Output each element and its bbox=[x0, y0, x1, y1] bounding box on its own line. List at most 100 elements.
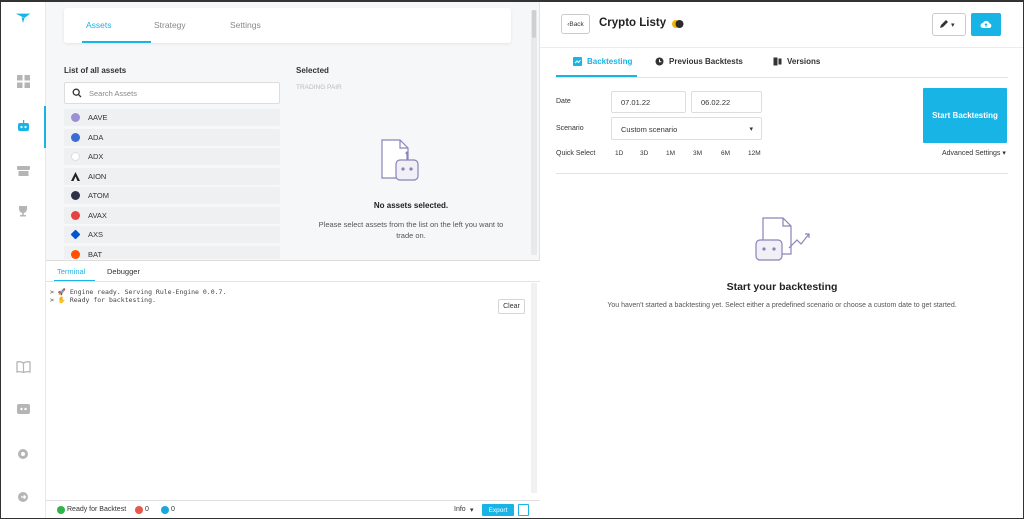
search-input[interactable] bbox=[89, 86, 269, 101]
terminal-line: > ✋ Ready for backtesting. bbox=[50, 296, 156, 304]
trading-pair-label: TRADING PAIR bbox=[296, 84, 342, 91]
terminal-scrollbar[interactable] bbox=[531, 283, 537, 493]
cloud-upload-button[interactable] bbox=[971, 13, 1001, 36]
asset-row-axs[interactable]: AXS bbox=[64, 226, 280, 243]
start-backtesting-button[interactable]: Start Backtesting bbox=[923, 88, 1007, 143]
asset-name: AXS bbox=[88, 230, 104, 239]
versions-icon bbox=[773, 57, 782, 66]
logout-icon[interactable] bbox=[15, 489, 31, 505]
tab-underline bbox=[82, 41, 151, 43]
empty-assets-illustration-icon bbox=[376, 136, 424, 188]
moon-icon bbox=[671, 18, 685, 32]
error-icon bbox=[135, 506, 143, 514]
success-icon bbox=[57, 506, 65, 514]
info-icon bbox=[161, 506, 169, 514]
chevron-down-icon[interactable]: ▾ bbox=[470, 506, 474, 514]
asset-row-aion[interactable]: AION bbox=[64, 167, 280, 185]
chart-icon bbox=[573, 57, 582, 66]
asset-row-adx[interactable]: ADX bbox=[64, 148, 280, 165]
dashboard-icon[interactable] bbox=[15, 73, 31, 89]
tab-strategy[interactable]: Strategy bbox=[154, 20, 186, 30]
asset-list: AAVE ADA ADX AION ATOM AVAX AXS BAT bbox=[64, 109, 280, 259]
scenario-select[interactable]: Custom scenario ▾ bbox=[611, 117, 762, 140]
chevron-down-icon: ▾ bbox=[951, 22, 955, 29]
asset-row-ada[interactable]: ADA bbox=[64, 128, 280, 146]
selected-title: Selected bbox=[296, 66, 329, 75]
info-count: 0 bbox=[171, 506, 175, 513]
divider bbox=[46, 281, 540, 282]
ready-status: Ready for Backtest bbox=[67, 506, 127, 513]
assets-scrollbar[interactable] bbox=[531, 10, 537, 255]
aave-icon bbox=[71, 113, 80, 122]
tab-previous-backtests[interactable]: Previous Backtests bbox=[655, 57, 743, 66]
quick-select-1d[interactable]: 1D bbox=[615, 150, 623, 157]
asset-row-atom[interactable]: ATOM bbox=[64, 187, 280, 204]
aion-icon bbox=[71, 171, 80, 181]
log-level-select[interactable]: Info bbox=[454, 506, 466, 513]
divider bbox=[556, 173, 1008, 174]
discord-icon[interactable] bbox=[15, 402, 31, 418]
date-from-input[interactable] bbox=[611, 91, 686, 113]
asset-name: AVAX bbox=[88, 210, 107, 220]
scenario-value: Custom scenario bbox=[621, 125, 678, 134]
search-icon bbox=[72, 88, 82, 100]
quick-select-3d[interactable]: 3D bbox=[640, 150, 648, 157]
asset-name: BAT bbox=[88, 249, 103, 259]
backtest-empty-title: Start your backtesting bbox=[726, 281, 838, 293]
tab-debugger[interactable]: Debugger bbox=[107, 267, 140, 276]
backtest-illustration-icon bbox=[753, 214, 811, 266]
book-icon[interactable] bbox=[15, 359, 31, 375]
axs-icon bbox=[70, 229, 81, 240]
history-icon bbox=[655, 57, 664, 66]
date-label: Date bbox=[556, 98, 571, 105]
quick-select-label: Quick Select bbox=[556, 150, 596, 157]
asset-row-bat[interactable]: BAT bbox=[64, 245, 280, 259]
terminal-line: > 🚀 Engine ready. Serving Rule-Engine 0.… bbox=[50, 288, 227, 296]
copy-icon[interactable] bbox=[518, 504, 529, 516]
tab-backtesting[interactable]: Backtesting bbox=[573, 57, 632, 66]
strategy-tabbar: Assets Strategy Settings bbox=[64, 8, 511, 43]
asset-row-avax[interactable]: AVAX bbox=[64, 206, 280, 224]
pencil-icon: ▾ bbox=[940, 20, 955, 29]
clear-button[interactable]: Clear bbox=[498, 299, 525, 314]
tab-label: Versions bbox=[787, 57, 821, 66]
bot-icon[interactable] bbox=[15, 118, 31, 134]
asset-name: ADX bbox=[88, 152, 104, 161]
chevron-down-icon: ▾ bbox=[749, 126, 753, 133]
avax-icon bbox=[71, 210, 80, 220]
tab-label: Backtesting bbox=[587, 57, 633, 66]
quick-select-12m[interactable]: 12M bbox=[748, 150, 761, 157]
edit-button[interactable]: ▾ bbox=[932, 13, 966, 36]
atom-icon bbox=[71, 191, 80, 200]
quick-select-1m[interactable]: 1M bbox=[666, 150, 675, 157]
advanced-settings-toggle[interactable]: Advanced Settings ▾ bbox=[942, 149, 1006, 157]
left-panel: Assets Strategy Settings List of all ass… bbox=[46, 0, 540, 519]
tab-settings[interactable]: Settings bbox=[230, 20, 261, 30]
tab-versions[interactable]: Versions bbox=[773, 57, 820, 66]
settings-icon[interactable] bbox=[15, 446, 31, 462]
store-icon[interactable] bbox=[15, 163, 31, 179]
logo-icon[interactable] bbox=[15, 10, 31, 26]
status-bar: Ready for Backtest 0 0 Info ▾ Export bbox=[46, 500, 540, 519]
tab-assets[interactable]: Assets bbox=[86, 20, 112, 30]
asset-name: AAVE bbox=[88, 113, 108, 122]
back-button[interactable]: ‹Back bbox=[561, 14, 590, 34]
assets-list-title: List of all assets bbox=[64, 66, 127, 75]
adx-icon bbox=[71, 152, 80, 161]
scrollbar-thumb[interactable] bbox=[532, 10, 536, 38]
export-button[interactable]: Export bbox=[482, 504, 514, 516]
sidebar bbox=[0, 0, 46, 519]
trophy-icon[interactable] bbox=[15, 203, 31, 219]
bat-icon bbox=[71, 249, 80, 259]
quick-select-6m[interactable]: 6M bbox=[721, 150, 730, 157]
back-label: Back bbox=[569, 20, 584, 28]
terminal-panel: Terminal Debugger > 🚀 Engine ready. Serv… bbox=[46, 260, 540, 500]
tab-label: Previous Backtests bbox=[669, 57, 743, 66]
tab-terminal[interactable]: Terminal bbox=[57, 267, 85, 276]
asset-name: ADA bbox=[88, 132, 104, 142]
asset-name: AION bbox=[88, 171, 107, 181]
quick-select-3m[interactable]: 3M bbox=[693, 150, 702, 157]
asset-row-aave[interactable]: AAVE bbox=[64, 109, 280, 126]
date-to-input[interactable] bbox=[691, 91, 762, 113]
error-count: 0 bbox=[145, 506, 149, 513]
